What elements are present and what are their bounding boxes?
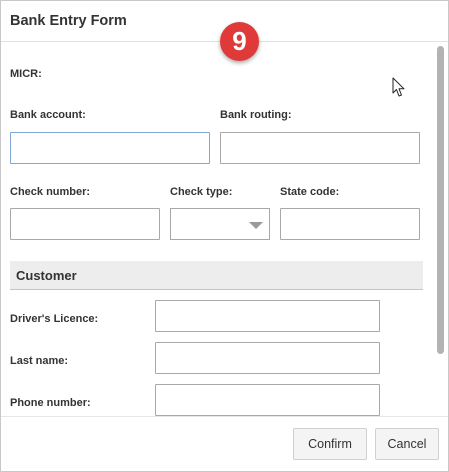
customer-section-header: Customer: [10, 261, 423, 290]
check-type-label: Check type:: [170, 186, 233, 198]
mouse-cursor-icon: [392, 77, 405, 97]
bank-routing-label: Bank routing:: [220, 109, 292, 121]
bank-account-input[interactable]: [10, 132, 210, 164]
cancel-button[interactable]: Cancel: [375, 428, 439, 460]
chevron-down-icon[interactable]: [249, 222, 263, 229]
check-number-input[interactable]: [10, 208, 160, 240]
phone-number-label: Phone number:: [10, 397, 91, 409]
form-content: MICR: Bank account: Bank routing: Check …: [1, 42, 433, 416]
dialog-footer: Confirm Cancel: [1, 416, 448, 471]
state-code-input[interactable]: [280, 208, 420, 240]
scrollbar-thumb[interactable]: [437, 46, 444, 354]
dialog-title: Bank Entry Form: [10, 13, 127, 29]
micr-label: MICR:: [10, 68, 42, 80]
check-number-label: Check number:: [10, 186, 91, 198]
drivers-licence-input[interactable]: [155, 300, 380, 332]
bank-routing-input[interactable]: [220, 132, 420, 164]
confirm-button[interactable]: Confirm: [293, 428, 367, 460]
drivers-licence-label: Driver's Licence:: [10, 313, 99, 325]
bank-entry-dialog: Bank Entry Form 9 MICR: Bank account: Ba…: [0, 0, 449, 472]
check-type-select[interactable]: [170, 208, 270, 240]
last-name-label: Last name:: [10, 355, 69, 367]
bank-account-label: Bank account:: [10, 109, 86, 121]
phone-number-input[interactable]: [155, 384, 380, 416]
vertical-scrollbar[interactable]: [434, 42, 448, 416]
customer-section-title: Customer: [16, 268, 77, 283]
last-name-input[interactable]: [155, 342, 380, 374]
step-number-badge: 9: [220, 22, 259, 61]
state-code-label: State code:: [280, 186, 340, 198]
